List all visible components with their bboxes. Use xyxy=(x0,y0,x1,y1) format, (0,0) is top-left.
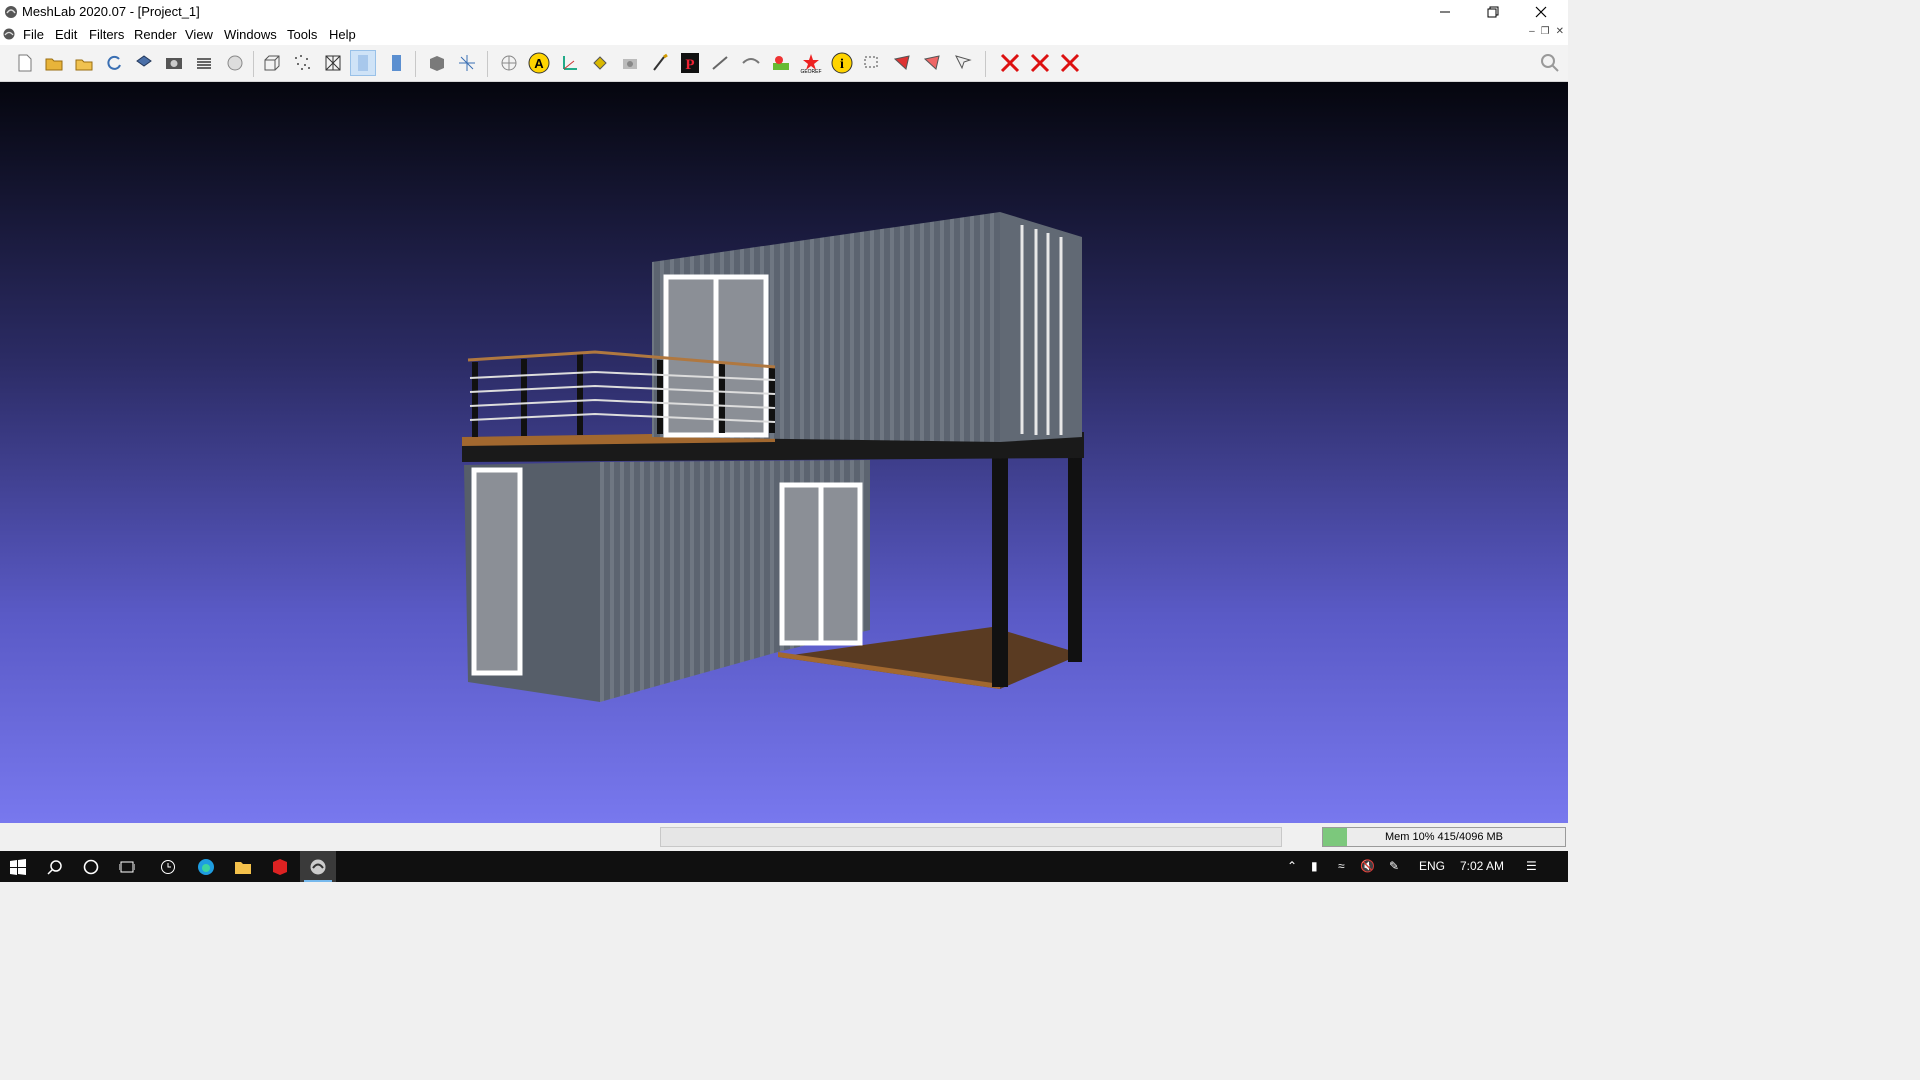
progress-bar xyxy=(660,827,1282,847)
layers-icon[interactable] xyxy=(191,50,217,76)
measure-icon[interactable] xyxy=(707,50,733,76)
title-bar: MeshLab 2020.07 - [Project_1] xyxy=(0,0,1568,24)
memory-indicator: Mem 10% 415/4096 MB xyxy=(1322,827,1566,847)
paint-bucket-icon[interactable] xyxy=(587,50,613,76)
svg-text:A: A xyxy=(534,56,544,71)
flat-lines-icon[interactable] xyxy=(350,50,376,76)
start-button[interactable] xyxy=(0,851,36,882)
taskbar-search-icon xyxy=(47,859,62,875)
search-button[interactable] xyxy=(37,851,73,882)
minimize-icon xyxy=(1440,11,1450,13)
volume-muted-icon[interactable]: 🔇 xyxy=(1360,859,1375,873)
meshlab-app-icon xyxy=(5,6,17,18)
battery-icon[interactable]: ▮ xyxy=(1311,859,1318,873)
brush-icon[interactable] xyxy=(647,50,673,76)
menu-filters[interactable]: Filters xyxy=(89,27,124,42)
annotation-icon[interactable]: A xyxy=(526,50,552,76)
notifications-icon[interactable]: ☰ xyxy=(1526,859,1537,873)
pen-icon[interactable]: ✎ xyxy=(1389,859,1399,873)
pick-points-icon[interactable]: P xyxy=(677,50,703,76)
light-icon[interactable] xyxy=(496,50,522,76)
flat-icon[interactable] xyxy=(383,50,409,76)
mdi-restore-icon[interactable]: ❐ xyxy=(1541,26,1550,37)
import-mesh-icon[interactable] xyxy=(71,50,97,76)
georef-icon[interactable]: GEOREF xyxy=(798,50,824,76)
main-toolbar: A P GEOREF i xyxy=(0,45,1568,82)
timeline-button[interactable] xyxy=(150,851,186,882)
wifi-icon[interactable]: ≈ xyxy=(1338,859,1345,873)
windows-taskbar: ⌃ ▮ ≈ 🔇 ✎ ENG 7:02 AM ☰ xyxy=(0,851,1568,882)
window-title: MeshLab 2020.07 - [Project_1] xyxy=(22,4,200,19)
fit-icon[interactable] xyxy=(454,50,480,76)
cortana-button[interactable] xyxy=(73,851,109,882)
color-picker-icon[interactable] xyxy=(768,50,794,76)
delete-vertex-icon[interactable] xyxy=(1027,50,1053,76)
select-faces-icon[interactable] xyxy=(889,50,915,76)
select-icon[interactable] xyxy=(859,50,885,76)
close-button[interactable] xyxy=(1518,0,1564,24)
menu-render[interactable]: Render xyxy=(134,27,177,42)
wireframe-icon[interactable] xyxy=(320,50,346,76)
export-mesh-icon[interactable] xyxy=(131,50,157,76)
sketchup-icon xyxy=(273,858,287,875)
menu-view[interactable]: View xyxy=(185,27,213,42)
axis-icon[interactable] xyxy=(557,50,583,76)
minimize-button[interactable] xyxy=(1422,0,1468,24)
select-pointer-icon[interactable] xyxy=(950,50,976,76)
document-icon xyxy=(3,28,15,40)
menu-windows[interactable]: Windows xyxy=(224,27,277,42)
ortho-icon[interactable] xyxy=(424,50,450,76)
taskbar-edge[interactable] xyxy=(188,851,224,882)
folder-icon xyxy=(235,861,251,874)
points-icon[interactable] xyxy=(289,50,315,76)
camera-icon[interactable] xyxy=(617,50,643,76)
status-bar: Mem 10% 415/4096 MB xyxy=(0,823,1568,851)
menu-tools[interactable]: Tools xyxy=(287,27,317,42)
cortana-icon xyxy=(83,859,99,874)
container-house-model xyxy=(462,212,1084,702)
taskbar-meshlab[interactable] xyxy=(300,851,336,882)
svg-text:i: i xyxy=(840,57,844,72)
restore-icon xyxy=(1487,6,1499,18)
edge-icon xyxy=(198,858,214,875)
task-view-icon xyxy=(119,861,135,872)
raster-icon[interactable] xyxy=(222,50,248,76)
new-project-icon[interactable] xyxy=(11,50,37,76)
taskbar-file-explorer[interactable] xyxy=(225,851,261,882)
bounding-box-icon[interactable] xyxy=(259,50,285,76)
close-icon xyxy=(1535,6,1547,18)
taskbar-sketchup[interactable] xyxy=(262,851,298,882)
svg-text:P: P xyxy=(685,57,694,73)
memory-label: Mem 10% 415/4096 MB xyxy=(1384,831,1503,843)
mdi-controls: – ❐ ✕ xyxy=(1523,26,1564,37)
windows-icon xyxy=(10,858,26,875)
meshlab-taskbar-icon xyxy=(310,859,326,874)
align-icon[interactable] xyxy=(738,50,764,76)
mdi-minimize-icon[interactable]: – xyxy=(1529,26,1535,37)
language-indicator[interactable]: ENG xyxy=(1419,859,1445,873)
menu-bar: File Edit Filters Render View Windows To… xyxy=(0,24,1568,45)
delete-all-icon[interactable] xyxy=(1057,50,1083,76)
delete-face-icon[interactable] xyxy=(997,50,1023,76)
open-project-icon[interactable] xyxy=(41,50,67,76)
info-icon[interactable]: i xyxy=(829,50,855,76)
mdi-close-icon[interactable]: ✕ xyxy=(1556,26,1564,37)
menu-help[interactable]: Help xyxy=(329,27,356,42)
3d-viewport[interactable] xyxy=(0,82,1568,823)
task-view-button[interactable] xyxy=(109,851,145,882)
restore-button[interactable] xyxy=(1470,0,1516,24)
select-vertices-icon[interactable] xyxy=(919,50,945,76)
tray-chevron-icon[interactable]: ⌃ xyxy=(1287,859,1297,873)
clock[interactable]: 7:02 AM xyxy=(1460,859,1504,873)
search-icon[interactable] xyxy=(1537,50,1563,76)
menu-edit[interactable]: Edit xyxy=(55,27,77,42)
svg-text:GEOREF: GEOREF xyxy=(800,69,821,74)
snapshot-icon[interactable] xyxy=(161,50,187,76)
clock-icon xyxy=(161,859,175,874)
reload-icon[interactable] xyxy=(101,50,127,76)
menu-file[interactable]: File xyxy=(23,27,44,42)
